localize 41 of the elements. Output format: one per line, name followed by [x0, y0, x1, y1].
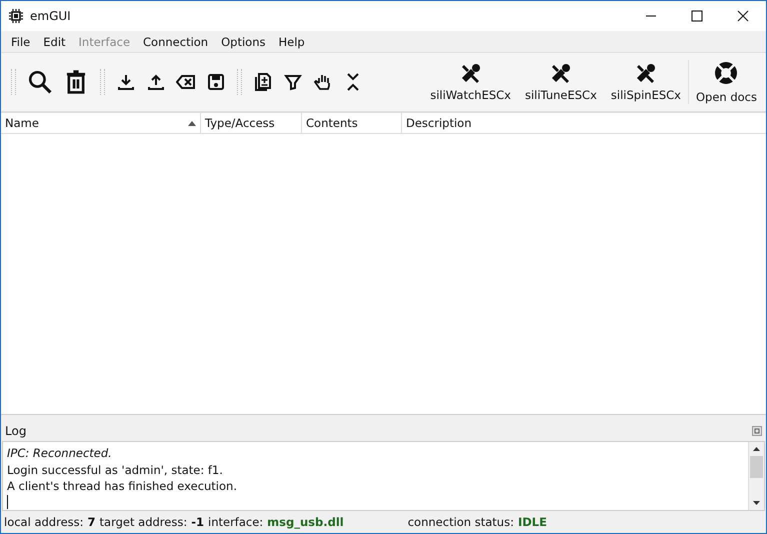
- lifebuoy-icon: [713, 60, 740, 86]
- toolbar-button[interactable]: siliSpinESCx: [604, 60, 688, 104]
- status-text: target address:: [100, 515, 188, 529]
- log-title: Log: [5, 424, 26, 438]
- upload-icon: [146, 72, 166, 92]
- menu-item[interactable]: Edit: [37, 34, 73, 48]
- menu-item[interactable]: Options: [215, 34, 272, 48]
- status-text: 7: [88, 515, 96, 529]
- filter-icon: [283, 72, 303, 92]
- hand-icon: [313, 72, 333, 92]
- backspace-icon: [176, 72, 196, 92]
- status-text: msg_usb.dll: [267, 515, 344, 529]
- document-plus-icon: [253, 72, 273, 92]
- download-icon: [116, 72, 136, 92]
- column-header[interactable]: Contents: [302, 113, 402, 133]
- column-header[interactable]: Type/Access: [201, 113, 302, 133]
- column-header[interactable]: Name: [1, 113, 201, 133]
- log-line: IPC: Reconnected.: [7, 445, 113, 462]
- maximize-icon[interactable]: [691, 10, 703, 22]
- status-text: interface:: [208, 515, 264, 529]
- status-text: -1: [191, 515, 204, 529]
- chip-icon: [9, 9, 23, 23]
- scrollbar[interactable]: [748, 442, 764, 510]
- log-line: Login successful as 'admin', state: f1.: [7, 462, 224, 478]
- save-icon: [206, 72, 226, 92]
- column-header[interactable]: Description: [402, 113, 766, 133]
- toolbar-button[interactable]: siliTuneESCx: [518, 60, 604, 104]
- status-text: local address:: [4, 515, 84, 529]
- log-line: A client's thread has finished execution.: [7, 478, 238, 494]
- menu-item[interactable]: Connection: [137, 34, 216, 48]
- close-icon[interactable]: [737, 10, 749, 22]
- log-output[interactable]: IPC: Reconnected. Login successful as 'admin', state: f1. A client's thread has finished execution.: [2, 441, 765, 511]
- menu-item[interactable]: File: [5, 34, 38, 48]
- toolbar-button[interactable]: Open docs: [688, 60, 764, 104]
- toolbar-button[interactable]: siliWatchESCx: [423, 60, 518, 104]
- status-text: connection status:: [408, 515, 514, 529]
- menu-item[interactable]: Help: [272, 34, 312, 48]
- status-text: IDLE: [518, 515, 547, 529]
- search-icon: [27, 69, 53, 95]
- window-title: emGUI: [30, 9, 71, 23]
- float-icon[interactable]: [752, 426, 762, 436]
